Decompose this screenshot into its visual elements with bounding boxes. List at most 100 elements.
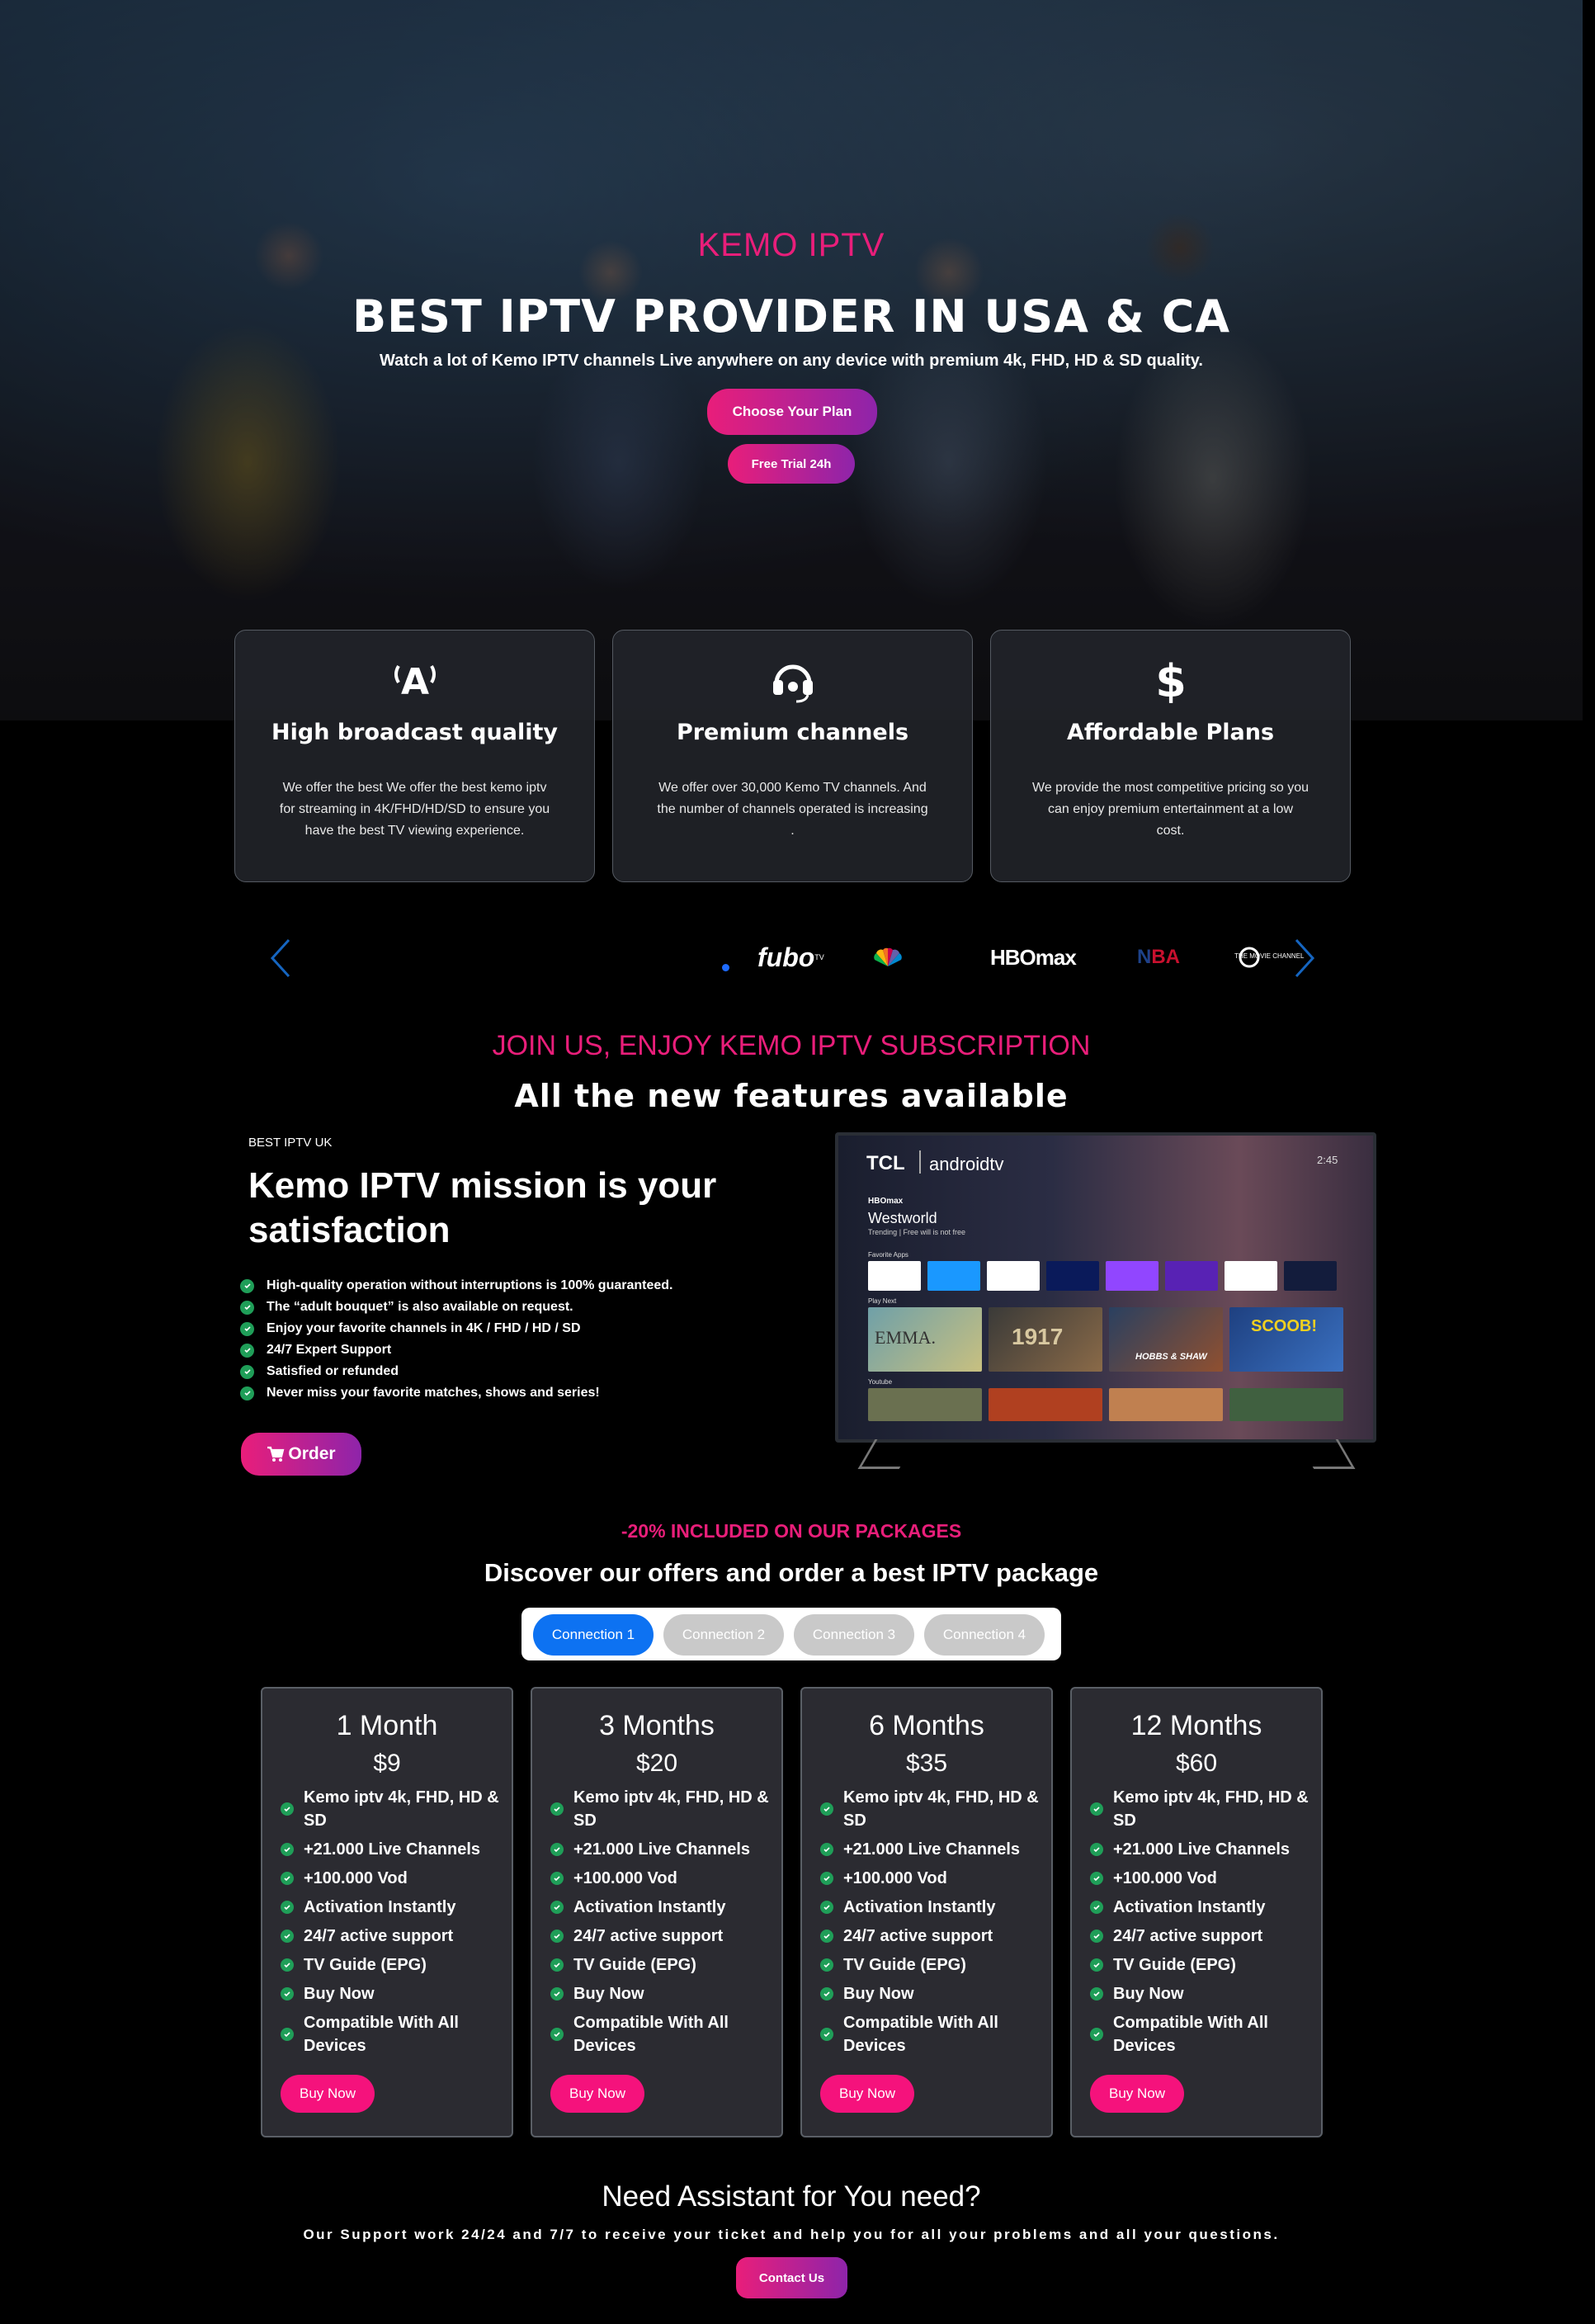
contact-us-button[interactable]: Contact Us [736,2257,847,2298]
check-icon [281,1987,294,2000]
feature-card-broadcast: A High broadcast quality We offer the be… [234,630,595,882]
plan-feature: +21.000 Live Channels [820,1838,1040,1861]
nba-logo: NBA [1137,946,1180,968]
check-icon [1090,1802,1103,1816]
list-item: Satisfied or refunded [240,1361,672,1382]
plan-feature: +21.000 Live Channels [281,1838,500,1861]
list-item: The “adult bouquet” is also available on… [240,1297,672,1318]
check-icon [1090,1930,1103,1943]
plan-feature-list: Kemo iptv 4k, FHD, HD & SD +21.000 Live C… [550,1786,770,2063]
free-trial-button[interactable]: Free Trial 24h [728,444,855,484]
list-item: High-quality operation without interrupt… [240,1275,672,1297]
check-icon [820,1843,833,1856]
plan-feature: +100.000 Vod [820,1867,1040,1890]
plan-feature: +21.000 Live Channels [550,1838,770,1861]
join-tagline: JOIN US, ENJOY KEMO IPTV SUBSCRIPTION [492,1030,1091,1061]
support-subtitle: Our Support work 24/24 and 7/7 to receiv… [303,2227,1280,2242]
check-icon [240,1321,254,1336]
feature-title: Premium channels [676,720,909,745]
check-icon [1090,2028,1103,2041]
check-icon [820,1987,833,2000]
plan-feature: 24/7 active support [550,1925,770,1948]
plan-feature: +100.000 Vod [550,1867,770,1890]
plan-feature: Compatible With All Devices [550,2011,770,2057]
check-icon [240,1386,254,1401]
plan-feature: +100.000 Vod [281,1867,500,1890]
check-icon [240,1278,254,1293]
plan-feature: Kemo iptv 4k, FHD, HD & SD [550,1786,770,1832]
plan-feature: TV Guide (EPG) [1090,1953,1310,1977]
carousel-prev-arrow[interactable] [266,937,294,980]
check-icon [281,2028,294,2041]
carousel-next-arrow[interactable] [1291,937,1319,980]
support-title: Need Assistant for You need? [602,2180,981,2213]
plan-card-1-month: 1 Month $9 Kemo iptv 4k, FHD, HD & SD +21.0… [261,1687,513,2137]
tab-connection-1[interactable]: Connection 1 [533,1614,654,1656]
plan-feature: Buy Now [1090,1982,1310,2005]
plan-feature-list: Kemo iptv 4k, FHD, HD & SD +21.000 Live C… [281,1786,500,2063]
svg-text:A: A [400,661,428,701]
plan-feature: Kemo iptv 4k, FHD, HD & SD [281,1786,500,1832]
plan-feature: Kemo iptv 4k, FHD, HD & SD [1090,1786,1310,1832]
tab-connection-3[interactable]: Connection 3 [794,1614,914,1656]
antenna-icon: A [235,655,594,705]
list-item: 24/7 Expert Support [240,1339,672,1361]
check-icon [820,1930,833,1943]
plan-name: 12 Months [1130,1710,1262,1741]
check-icon [1090,1958,1103,1972]
plan-feature: +100.000 Vod [1090,1867,1310,1890]
check-icon [820,1958,833,1972]
check-icon [281,1930,294,1943]
plan-feature: 24/7 active support [281,1925,500,1948]
feature-title: Affordable Plans [1066,720,1275,745]
plan-feature: +21.000 Live Channels [1090,1838,1310,1861]
check-icon [281,1802,294,1816]
check-icon [240,1343,254,1358]
tv-show-title: Westworld [868,1210,937,1226]
section-eyebrow: BEST IPTV UK [248,1136,333,1150]
check-icon [820,1872,833,1885]
connection-tabs: Connection 1 Connection 2 Connection 3 C… [521,1608,1061,1660]
list-item: Never miss your favorite matches, shows … [240,1382,672,1404]
list-item: Enjoy your favorite channels in 4K / FHD… [240,1318,672,1339]
feature-description: We provide the most competitive pricing … [1032,781,1309,838]
plan-price: $9 [373,1750,401,1777]
check-icon [550,1901,564,1914]
order-button[interactable]: Order [241,1433,361,1476]
hero-headline: BEST IPTV PROVIDER IN USA & CA [352,290,1230,342]
plan-price: $35 [905,1750,948,1777]
plan-feature-list: Kemo iptv 4k, FHD, HD & SD +21.000 Live C… [820,1786,1040,2063]
check-icon [1090,1987,1103,2000]
feature-title: High broadcast quality [271,720,558,745]
buy-now-button[interactable]: Buy Now [550,2075,644,2113]
check-icon [281,1901,294,1914]
tab-connection-2[interactable]: Connection 2 [663,1614,784,1656]
hero-subline: Watch a lot of Kemo IPTV channels Live a… [380,352,1203,370]
movie-channel-logo: THE MOVIE CHANNEL [1234,941,1304,974]
check-icon [820,2028,833,2041]
plan-feature: TV Guide (EPG) [281,1953,500,1977]
buy-now-button[interactable]: Buy Now [281,2075,375,2113]
carousel-dot[interactable] [722,964,729,971]
tv-provider: HBOmax [868,1197,904,1206]
buy-now-button[interactable]: Buy Now [820,2075,914,2113]
plan-feature: TV Guide (EPG) [550,1953,770,1977]
choose-plan-button[interactable]: Choose Your Plan [707,389,877,435]
tv-show-sub: Trending | Free will is not free [868,1228,966,1236]
buy-now-button[interactable]: Buy Now [1090,2075,1184,2113]
feature-card-plans: $ Affordable Plans We provide the most c… [990,630,1351,882]
plan-feature: Compatible With All Devices [1090,2011,1310,2057]
plan-feature: 24/7 active support [1090,1925,1310,1948]
plan-card-12-months: 12 Months $60 Kemo iptv 4k, FHD, HD & SD +2… [1070,1687,1323,2137]
check-icon [240,1364,254,1379]
check-icon [240,1300,254,1315]
plan-price: $60 [1175,1750,1218,1777]
tab-connection-4[interactable]: Connection 4 [924,1614,1045,1656]
offers-tagline: -20% INCLUDED ON OUR PACKAGES [621,1520,962,1542]
cart-icon [267,1446,285,1462]
tv-brand: TCL [866,1152,905,1174]
check-icon [550,1843,564,1856]
feature-card-channels: Premium channels We offer over 30,000 Ke… [612,630,973,882]
check-icon [550,1930,564,1943]
plan-feature-list: Kemo iptv 4k, FHD, HD & SD +21.000 Live C… [1090,1786,1310,2063]
